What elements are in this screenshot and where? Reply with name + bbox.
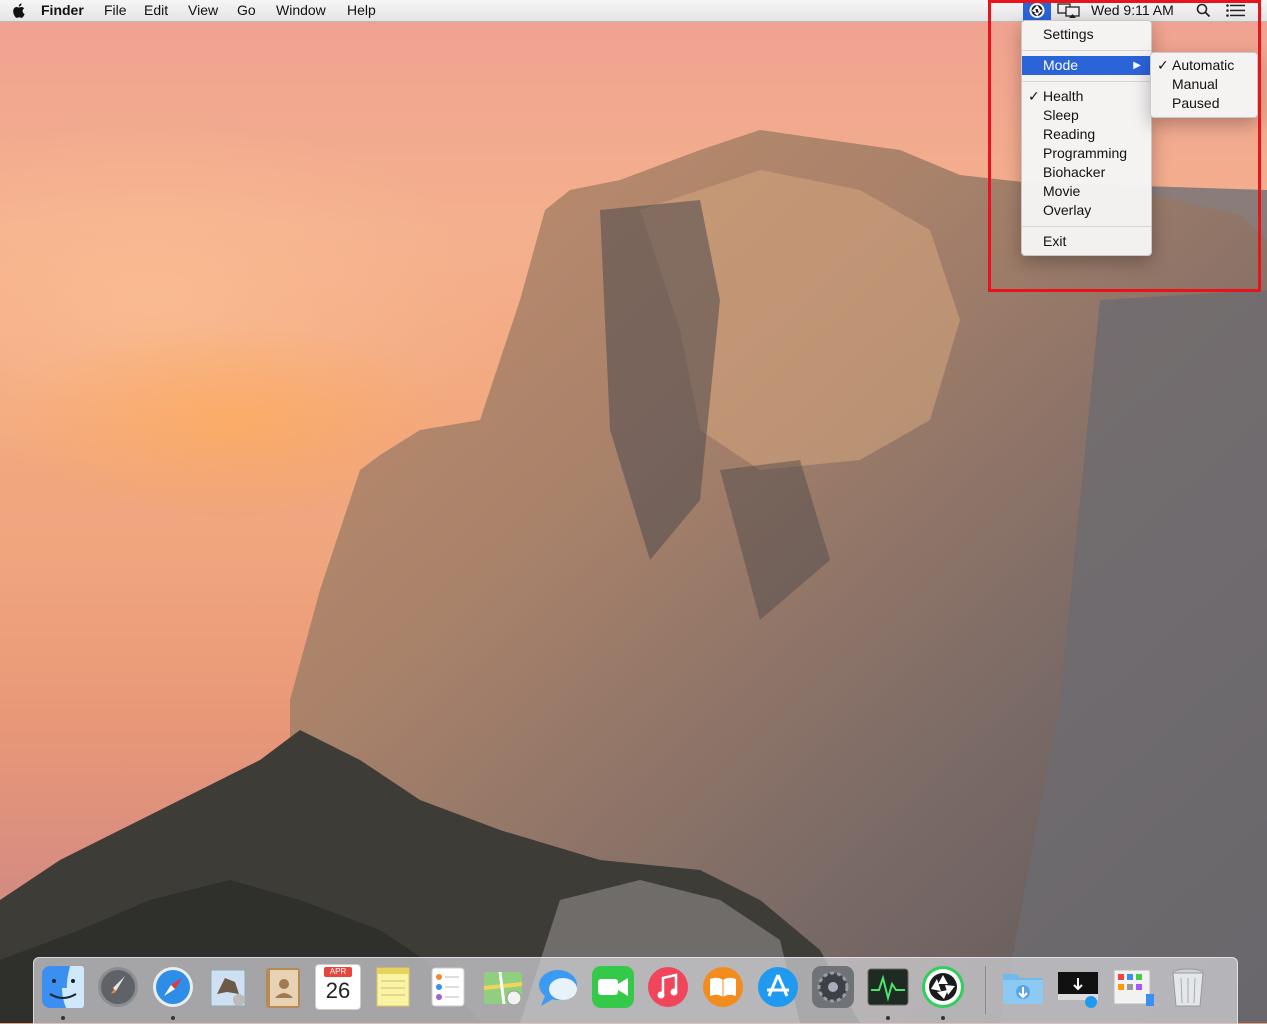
downloads-stack-icon[interactable] — [1055, 964, 1101, 1010]
menu-edit[interactable]: Edit — [144, 2, 168, 19]
menu-item-settings[interactable]: Settings — [1022, 25, 1151, 44]
menu-help[interactable]: Help — [347, 2, 376, 19]
menu-separator — [1022, 81, 1151, 82]
itunes-icon[interactable] — [645, 964, 691, 1010]
menu-item-exit[interactable]: Exit — [1022, 232, 1151, 251]
menu-item-health[interactable]: ✓ Health — [1022, 87, 1151, 106]
submenu-item-automatic-label: Automatic — [1172, 57, 1235, 73]
finder-icon[interactable] — [40, 964, 86, 1010]
iris-dropdown-menu: Settings Mode ▶ ✓ Health Sleep Reading P… — [1021, 20, 1152, 256]
app-store-icon[interactable] — [755, 964, 801, 1010]
contacts-icon[interactable] — [260, 964, 306, 1010]
iris-icon[interactable] — [920, 964, 966, 1010]
menu-bar: Finder File Edit View Go Window Help Wed… — [0, 0, 1267, 22]
calendar-month: APR — [324, 967, 352, 977]
safari-icon[interactable] — [150, 964, 196, 1010]
app-name-menu[interactable]: Finder — [41, 2, 84, 19]
mail-icon[interactable] — [205, 964, 251, 1010]
menu-item-movie[interactable]: Movie — [1022, 182, 1151, 201]
checkmark-icon: ✓ — [1157, 57, 1169, 73]
menu-item-health-label: Health — [1043, 88, 1084, 104]
reminders-icon[interactable] — [425, 964, 471, 1010]
launchpad-icon[interactable] — [95, 964, 141, 1010]
menu-item-programming[interactable]: Programming — [1022, 144, 1151, 163]
airplay-display-icon[interactable] — [1057, 3, 1081, 19]
submenu-arrow-icon: ▶ — [1133, 60, 1141, 71]
menu-window[interactable]: Window — [276, 2, 326, 19]
submenu-item-manual[interactable]: Manual — [1151, 75, 1257, 94]
menu-item-mode-label: Mode — [1043, 57, 1079, 73]
submenu-item-paused[interactable]: Paused — [1151, 94, 1257, 113]
menu-separator — [1022, 50, 1151, 51]
notes-icon[interactable] — [370, 964, 416, 1010]
menu-view[interactable]: View — [188, 2, 218, 19]
apple-menu-icon[interactable] — [11, 2, 25, 19]
notification-center-icon[interactable] — [1226, 4, 1245, 17]
calendar-day: 26 — [325, 978, 351, 1003]
calendar-icon[interactable]: APR 26 — [315, 964, 361, 1010]
menu-item-biohacker[interactable]: Biohacker — [1022, 163, 1151, 182]
dock-separator — [985, 966, 986, 1014]
downloads-folder-icon[interactable] — [1000, 964, 1046, 1010]
maps-icon[interactable] — [480, 964, 526, 1010]
spotlight-search-icon[interactable] — [1196, 3, 1211, 18]
menu-item-mode[interactable]: Mode ▶ — [1022, 56, 1151, 75]
facetime-icon[interactable] — [590, 964, 636, 1010]
submenu-item-automatic[interactable]: ✓ Automatic — [1151, 56, 1257, 75]
running-indicator — [886, 1016, 890, 1020]
trash-icon[interactable] — [1165, 964, 1211, 1010]
ibooks-icon[interactable] — [700, 964, 746, 1010]
menu-separator — [1022, 226, 1151, 227]
menu-item-sleep[interactable]: Sleep — [1022, 106, 1151, 125]
running-indicator — [61, 1016, 65, 1020]
iris-status-icon[interactable] — [1023, 0, 1051, 21]
applications-stack-icon[interactable] — [1110, 964, 1156, 1010]
checkmark-icon: ✓ — [1028, 88, 1040, 104]
menu-go[interactable]: Go — [237, 2, 256, 19]
system-preferences-icon[interactable] — [810, 964, 856, 1010]
running-indicator — [171, 1016, 175, 1020]
messages-icon[interactable] — [535, 964, 581, 1010]
menu-item-reading[interactable]: Reading — [1022, 125, 1151, 144]
menubar-clock[interactable]: Wed 9:11 AM — [1091, 2, 1174, 19]
activity-monitor-icon[interactable] — [865, 964, 911, 1010]
menu-file[interactable]: File — [104, 2, 127, 19]
menu-item-overlay[interactable]: Overlay — [1022, 201, 1151, 220]
mode-submenu: ✓ Automatic Manual Paused — [1150, 52, 1258, 118]
running-indicator — [941, 1016, 945, 1020]
